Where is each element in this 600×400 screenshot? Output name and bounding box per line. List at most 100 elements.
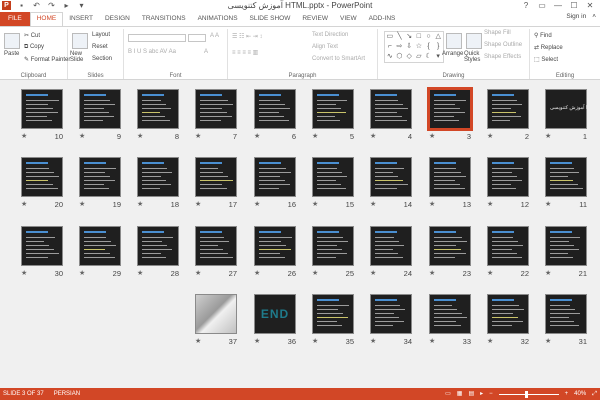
paste-icon[interactable] (4, 33, 20, 49)
slide-thumbnail[interactable] (429, 294, 471, 334)
transition-star-icon[interactable]: ★ (487, 337, 493, 345)
tab-animations[interactable]: ANIMATIONS (192, 12, 244, 26)
slide-thumbnail[interactable] (370, 157, 412, 197)
close-button[interactable]: ✕ (582, 0, 598, 11)
zoom-slider[interactable] (498, 390, 559, 398)
slide-thumbnail[interactable]: آموزش کتنویسی HTML (545, 89, 600, 129)
quick-styles-icon[interactable] (466, 33, 482, 49)
help-button[interactable]: ? (518, 0, 534, 11)
slide-thumbnail[interactable] (312, 294, 354, 334)
slide-thumbnail[interactable] (137, 157, 179, 197)
slide-thumbnail[interactable] (487, 226, 529, 266)
shape-effects-button[interactable]: Shape Effects (484, 54, 521, 60)
slide-thumbnail[interactable] (429, 226, 471, 266)
tab-file[interactable]: FILE (0, 12, 30, 26)
shape-down-arrow-icon[interactable]: ⇩ (404, 42, 414, 52)
slide-thumbnail[interactable] (79, 226, 121, 266)
slide-thumbnail[interactable] (254, 226, 296, 266)
slide-thumbnail[interactable] (312, 157, 354, 197)
transition-star-icon[interactable]: ★ (195, 337, 201, 345)
maximize-button[interactable]: ☐ (566, 0, 582, 11)
slide-thumbnail[interactable] (370, 89, 412, 129)
reset-button[interactable]: Reset (92, 44, 108, 50)
font-color-icon[interactable]: A (204, 49, 208, 55)
shape-curve-icon[interactable]: ∿ (385, 52, 395, 62)
slide-thumbnail[interactable] (195, 157, 237, 197)
layout-button[interactable]: Layout (92, 32, 110, 38)
transition-star-icon[interactable]: ★ (137, 132, 143, 140)
align-text-button[interactable]: Align Text (312, 44, 338, 50)
fit-slide-icon[interactable]: ⤢ (592, 388, 597, 400)
transition-star-icon[interactable]: ★ (545, 269, 551, 277)
save-icon[interactable]: ▪ (17, 1, 26, 10)
slide-thumbnail[interactable] (195, 294, 237, 334)
transition-star-icon[interactable]: ★ (370, 269, 376, 277)
transition-star-icon[interactable]: ★ (137, 200, 143, 208)
slide-thumbnail[interactable] (429, 157, 471, 197)
shape-moon-icon[interactable]: ☾ (424, 52, 434, 62)
tab-add-ins[interactable]: ADD-INS (363, 12, 402, 26)
alignment-buttons[interactable]: ≡ ≡ ≡ ≡ ▥ (232, 49, 258, 56)
transition-star-icon[interactable]: ★ (195, 200, 201, 208)
tab-home[interactable]: HOME (29, 12, 64, 26)
transition-star-icon[interactable]: ★ (254, 269, 260, 277)
transition-star-icon[interactable]: ★ (429, 132, 435, 140)
tab-review[interactable]: REVIEW (296, 12, 334, 26)
slide-thumbnail[interactable] (370, 226, 412, 266)
transition-star-icon[interactable]: ★ (254, 337, 260, 345)
tab-slide-show[interactable]: SLIDE SHOW (244, 12, 297, 26)
transition-star-icon[interactable]: ★ (429, 200, 435, 208)
transition-star-icon[interactable]: ★ (254, 200, 260, 208)
tab-view[interactable]: VIEW (334, 12, 363, 26)
grow-font-icon[interactable]: A A (210, 33, 219, 39)
slide-thumbnail[interactable] (370, 294, 412, 334)
arrange-button[interactable]: Arrange (442, 51, 463, 57)
transition-star-icon[interactable]: ★ (79, 132, 85, 140)
shape-triangle-icon[interactable]: △ (433, 32, 443, 42)
transition-star-icon[interactable]: ★ (370, 337, 376, 345)
quick-styles-button[interactable]: Quick Styles (464, 51, 482, 63)
transition-star-icon[interactable]: ★ (312, 132, 318, 140)
slide-thumbnail[interactable] (487, 89, 529, 129)
slide-thumbnail[interactable] (487, 294, 529, 334)
format-painter-button[interactable]: ✎ Format Painter (24, 56, 70, 63)
slide-thumbnail[interactable] (427, 87, 473, 131)
transition-star-icon[interactable]: ★ (370, 200, 376, 208)
shape-arrow-icon[interactable]: ↘ (404, 32, 414, 42)
slide-thumbnail[interactable] (137, 89, 179, 129)
transition-star-icon[interactable]: ★ (79, 269, 85, 277)
slide-thumbnail[interactable] (487, 157, 529, 197)
slide-thumbnail[interactable] (195, 89, 237, 129)
shape-outline-button[interactable]: Shape Outline (484, 42, 522, 48)
font-style-buttons[interactable]: B I U S abc AV Aa (128, 49, 176, 55)
find-button[interactable]: ⚲ Find (534, 32, 552, 39)
transition-star-icon[interactable]: ★ (545, 337, 551, 345)
zoom-out-icon[interactable]: − (489, 388, 493, 400)
shape-callout-icon[interactable]: ▱ (414, 52, 424, 62)
convert-smartart-button[interactable]: Convert to SmartArt (312, 56, 365, 62)
reading-view-icon[interactable]: ▤ (468, 388, 474, 400)
transition-star-icon[interactable]: ★ (545, 132, 551, 140)
transition-star-icon[interactable]: ★ (137, 269, 143, 277)
shape-star-icon[interactable]: ☆ (414, 42, 424, 52)
shapes-gallery[interactable]: ▭ ╲ ↘ □ ○ △ ⌐ ⇨ ⇩ ☆{} ∿ ⬡ ◇ ▱ ☾ ▾ (384, 31, 444, 63)
select-button[interactable]: ⬚ Select (534, 56, 558, 63)
transition-star-icon[interactable]: ★ (312, 200, 318, 208)
normal-view-icon[interactable]: ▭ (445, 388, 451, 400)
shape-rect-icon[interactable]: □ (414, 32, 424, 42)
transition-star-icon[interactable]: ★ (487, 132, 493, 140)
shape-lshape-icon[interactable]: ⌐ (385, 42, 395, 52)
new-slide-icon[interactable] (72, 33, 88, 49)
arrange-icon[interactable] (446, 33, 462, 49)
transition-star-icon[interactable]: ★ (312, 269, 318, 277)
tab-transitions[interactable]: TRANSITIONS (136, 12, 192, 26)
zoom-in-icon[interactable]: + (565, 388, 569, 400)
undo-icon[interactable]: ↶ (32, 1, 41, 10)
slide-thumbnail[interactable] (312, 89, 354, 129)
language-status[interactable]: PERSIAN (54, 388, 80, 400)
transition-star-icon[interactable]: ★ (195, 132, 201, 140)
tab-design[interactable]: DESIGN (99, 12, 136, 26)
tab-insert[interactable]: INSERT (63, 12, 99, 26)
transition-star-icon[interactable]: ★ (487, 200, 493, 208)
transition-star-icon[interactable]: ★ (429, 269, 435, 277)
